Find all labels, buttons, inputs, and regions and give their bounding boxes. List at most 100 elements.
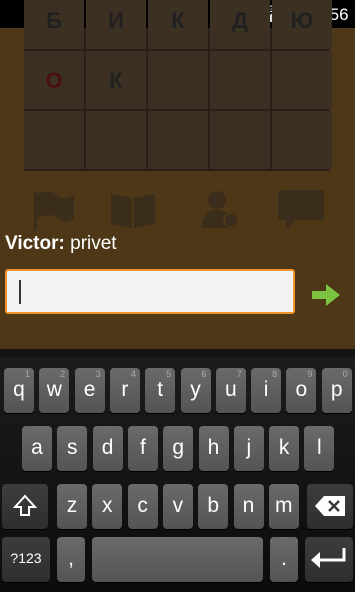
key-label: o xyxy=(295,378,308,401)
shift-key[interactable] xyxy=(2,484,48,529)
key-label: s xyxy=(67,436,78,459)
add-user-icon[interactable] xyxy=(195,186,245,232)
key-q[interactable]: q1 xyxy=(4,368,34,413)
key-label: k xyxy=(278,436,290,459)
key-g[interactable]: g xyxy=(163,426,194,471)
board-cell[interactable] xyxy=(210,51,270,109)
text-cursor xyxy=(19,280,21,304)
key-label: x xyxy=(102,494,113,517)
flag-icon[interactable] xyxy=(28,186,78,232)
key-h[interactable]: h xyxy=(198,426,229,471)
key-d[interactable]: d xyxy=(92,426,123,471)
word-board: БИКДЮОК xyxy=(24,0,332,171)
key-y[interactable]: y6 xyxy=(180,368,211,413)
board-cell[interactable]: И xyxy=(86,0,146,49)
comma-key[interactable]: , xyxy=(57,537,85,582)
backspace-icon xyxy=(315,496,345,516)
key-label: m xyxy=(275,494,293,517)
game-toolbar xyxy=(0,186,355,236)
space-key[interactable] xyxy=(92,537,263,582)
enter-icon xyxy=(311,548,346,568)
key-a[interactable]: a xyxy=(22,426,52,471)
period-key[interactable]: . xyxy=(270,537,298,582)
key-label: w xyxy=(46,378,62,401)
key-label: j xyxy=(246,436,252,459)
send-arrow-icon[interactable] xyxy=(312,284,340,306)
key-f[interactable]: f xyxy=(127,426,158,471)
key-hint: 3 xyxy=(95,369,101,379)
key-c[interactable]: c xyxy=(127,484,158,529)
key-s[interactable]: s xyxy=(57,426,88,471)
board-cell[interactable]: К xyxy=(86,51,146,109)
board-cell[interactable] xyxy=(148,51,208,109)
key-j[interactable]: j xyxy=(233,426,264,471)
key-hint: 0 xyxy=(342,369,348,379)
key-e[interactable]: e3 xyxy=(74,368,105,413)
board-cell[interactable]: Ю xyxy=(272,0,332,49)
board-cell[interactable] xyxy=(24,111,84,169)
key-label: q xyxy=(13,378,25,401)
key-hint: 1 xyxy=(24,369,30,379)
key-label: g xyxy=(172,436,185,459)
chat-bubble-icon[interactable] xyxy=(276,186,326,232)
board-cell[interactable]: Д xyxy=(210,0,270,49)
key-label: n xyxy=(242,494,255,517)
key-w[interactable]: w2 xyxy=(39,368,70,413)
chat-sender: Victor: xyxy=(5,233,65,254)
key-m[interactable]: m xyxy=(268,484,299,529)
board-cell[interactable] xyxy=(148,111,208,169)
board-cell[interactable] xyxy=(86,111,146,169)
key-label: c xyxy=(137,494,148,517)
symbols-key[interactable]: ?123 xyxy=(2,537,50,582)
message-input[interactable] xyxy=(5,269,295,314)
key-label: y xyxy=(190,378,201,401)
key-label: d xyxy=(101,436,114,459)
key-p[interactable]: p0 xyxy=(321,368,352,413)
book-icon[interactable] xyxy=(108,186,158,232)
key-hint: 9 xyxy=(307,369,313,379)
board-cell[interactable] xyxy=(272,111,332,169)
key-hint: 7 xyxy=(236,369,242,379)
key-t[interactable]: t5 xyxy=(145,368,176,413)
delete-key[interactable] xyxy=(307,484,353,529)
key-label: e xyxy=(83,378,96,401)
soft-keyboard: q1w2e3r4t5y6u7i8o9p0 asdfghjkl zxcvbnm ?… xyxy=(0,357,355,592)
key-label: r xyxy=(121,378,129,401)
key-n[interactable]: n xyxy=(233,484,264,529)
enter-key[interactable] xyxy=(305,537,353,582)
key-label: z xyxy=(66,494,78,517)
board-cell[interactable] xyxy=(210,111,270,169)
key-hint: 2 xyxy=(60,369,66,379)
key-label: b xyxy=(207,494,220,517)
key-label: t xyxy=(157,378,164,401)
game-area: БИКДЮОК Victor: privet xyxy=(0,0,355,385)
key-label: i xyxy=(263,378,269,401)
key-b[interactable]: b xyxy=(198,484,229,529)
key-l[interactable]: l xyxy=(304,426,335,471)
chat-text: privet xyxy=(70,233,117,254)
key-label: f xyxy=(139,436,146,459)
key-i[interactable]: i8 xyxy=(251,368,282,413)
key-k[interactable]: k xyxy=(269,426,300,471)
board-cell[interactable]: К xyxy=(148,0,208,49)
key-label: h xyxy=(207,436,220,459)
key-hint: 8 xyxy=(272,369,278,379)
key-label: v xyxy=(172,494,184,517)
key-z[interactable]: z xyxy=(57,484,87,529)
key-hint: 5 xyxy=(166,369,172,379)
key-hint: 4 xyxy=(130,369,136,379)
board-cell[interactable]: О xyxy=(24,51,84,109)
key-label: a xyxy=(31,436,43,459)
board-cell[interactable]: Б xyxy=(24,0,84,49)
key-r[interactable]: r4 xyxy=(109,368,140,413)
key-label: l xyxy=(317,436,322,459)
key-x[interactable]: x xyxy=(92,484,123,529)
key-label: u xyxy=(224,378,237,401)
key-label: p xyxy=(330,378,343,401)
key-o[interactable]: o9 xyxy=(286,368,317,413)
chat-message: Victor: privet xyxy=(5,233,117,255)
shift-icon xyxy=(13,494,37,516)
key-u[interactable]: u7 xyxy=(215,368,246,413)
board-cell[interactable] xyxy=(272,51,332,109)
key-v[interactable]: v xyxy=(162,484,193,529)
